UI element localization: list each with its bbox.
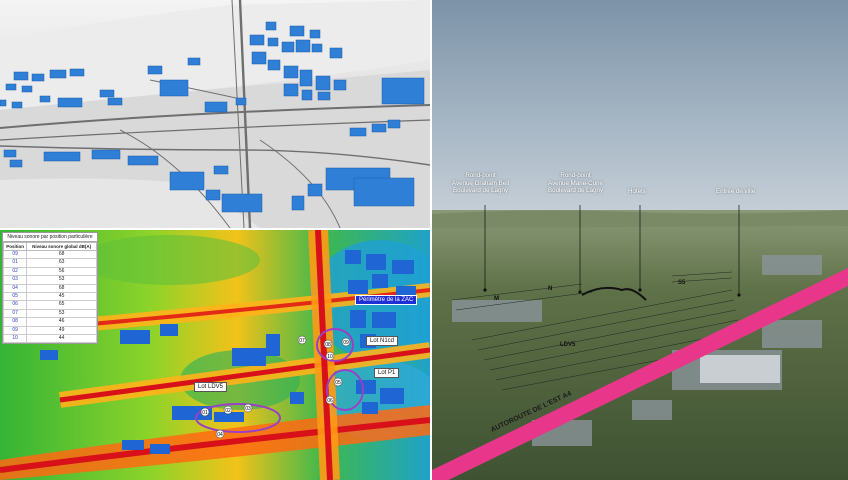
svg-text:02: 02 — [225, 408, 231, 414]
aerial-view: AUTOROUTE DE L'EST A4 M N S5 LDV5 Rond-p… — [432, 0, 848, 480]
table-row: 08 46 — [2, 317, 97, 327]
noise-level-table: Niveau sonore par position particulière … — [2, 232, 98, 345]
lot-p1-label: Lot P1 — [374, 368, 400, 378]
table-row: 07 53 — [2, 308, 97, 319]
table-row: 06 65 — [2, 300, 97, 310]
svg-text:N: N — [548, 286, 552, 292]
svg-text:LDV5: LDV5 — [560, 342, 576, 348]
3d-model-canvas — [0, 0, 430, 228]
svg-text:04: 04 — [217, 432, 223, 438]
measurement-point: 10 — [325, 351, 335, 361]
measurement-point: 03 — [243, 403, 253, 413]
svg-text:01: 01 — [202, 410, 208, 416]
poi-entree-de-ville: Entrée de ville — [716, 188, 756, 195]
table-row: 10 44 — [2, 334, 97, 344]
lot-n1cd-label: Lot N1cd — [366, 336, 399, 346]
svg-text:10: 10 — [327, 354, 333, 360]
poi-hotels: Hotels — [628, 188, 646, 195]
svg-text:S5: S5 — [678, 280, 686, 286]
measurement-point: 06 — [325, 395, 335, 405]
acoustic-3d-model-view — [0, 0, 430, 228]
measurement-point: 02 — [223, 405, 233, 415]
table-row: 03 53 — [2, 275, 97, 285]
noise-table-title: Niveau sonore par position particulière — [3, 233, 97, 242]
panel-divider-vertical — [430, 0, 432, 480]
table-row: 05 45 — [2, 292, 97, 302]
measurement-point: 08 — [323, 339, 333, 349]
panel-divider-horizontal — [0, 228, 430, 230]
svg-text:05: 05 — [335, 380, 341, 386]
svg-text:M: M — [494, 296, 499, 302]
poi-rond-point-graham-bell: Rond-point Avenue Graham Bell Boulevard de… — [452, 172, 509, 194]
measurement-point: 04 — [215, 429, 225, 439]
col-level-header: Niveau sonore global dB(A) — [26, 242, 97, 251]
svg-text:06: 06 — [327, 398, 333, 404]
poi-rond-point-marie-curie: Rond-point Avenue Marie-Curie Boulevard de… — [548, 172, 604, 194]
table-row: 09 68 — [2, 249, 97, 260]
warehouse — [700, 355, 780, 383]
zac-perimeter-label: Périmètre de la ZAC — [355, 295, 418, 305]
measurement-point: 05 — [333, 377, 343, 387]
noise-map-view: 01 02 03 04 05 06 07 08 09 10 Niveau son… — [0, 230, 430, 480]
table-row: 04 68 — [2, 283, 97, 294]
measurement-point: 01 — [200, 407, 210, 417]
table-row: 09 49 — [2, 325, 97, 336]
aerial-canvas: AUTOROUTE DE L'EST A4 M N S5 LDV5 — [432, 0, 848, 480]
svg-text:07: 07 — [299, 338, 305, 344]
svg-text:09: 09 — [343, 340, 349, 346]
table-row: 02 56 — [2, 266, 97, 277]
svg-text:03: 03 — [245, 406, 251, 412]
table-row: 01 63 — [2, 258, 97, 268]
col-position-header: Position — [2, 242, 28, 251]
measurement-point: 09 — [341, 337, 351, 347]
svg-text:08: 08 — [325, 342, 331, 348]
lot-ldv5-label: Lot LDV5 — [194, 382, 228, 392]
measurement-point: 07 — [297, 335, 307, 345]
